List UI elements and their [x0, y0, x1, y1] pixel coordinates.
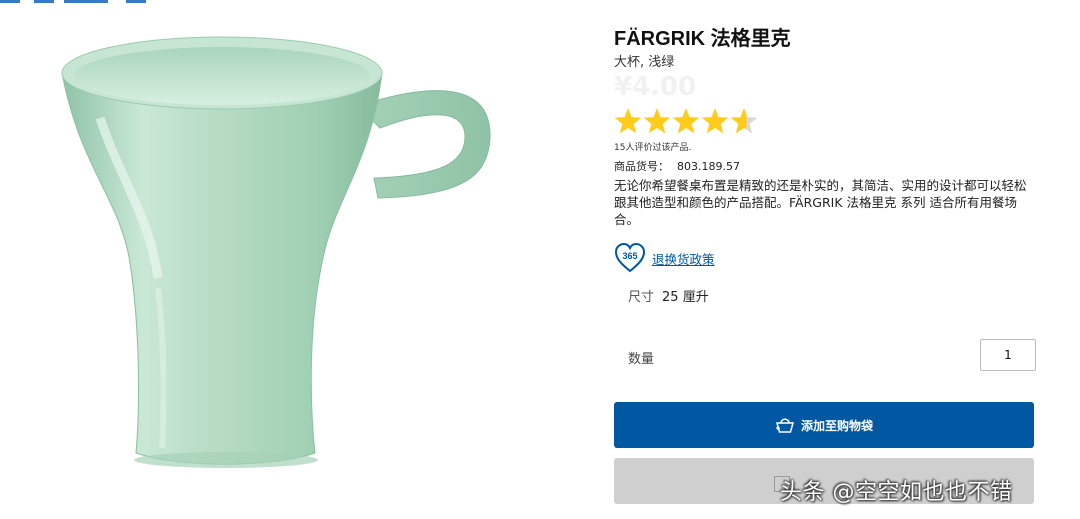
star-icon — [643, 108, 671, 134]
watermark: 头条 @空空如也也不错 — [780, 480, 1013, 505]
product-image — [40, 28, 510, 478]
size-row: 尺寸 25 厘升 — [628, 286, 1036, 305]
article-number: 803.189.57 — [677, 160, 740, 173]
top-tab[interactable] — [64, 0, 108, 3]
mug-image — [61, 36, 491, 468]
add-to-bag-label: 添加至购物袋 — [800, 418, 873, 433]
product-title: FÄRGRIK 法格里克 — [614, 28, 791, 50]
star-icon — [614, 108, 642, 134]
add-to-bag-button[interactable]: 添加至购物袋 — [614, 402, 1034, 448]
quantity-input[interactable]: 1 — [980, 339, 1036, 371]
product-subtitle: 大杯, 浅绿 — [614, 55, 675, 70]
review-count[interactable]: 15人评价过该产品. — [614, 140, 1036, 153]
size-value: 25 厘升 — [662, 290, 709, 305]
shopping-bag-icon — [775, 418, 794, 433]
quantity-row: 数量 1 — [614, 339, 1036, 373]
star-rating-graphic — [614, 108, 758, 134]
article-number-row: 商品货号： 803.189.57 — [614, 158, 1036, 174]
star-icon — [730, 108, 758, 134]
top-tab[interactable] — [34, 0, 54, 3]
top-tab[interactable] — [0, 0, 20, 3]
policy-badge-text: 365 — [622, 251, 637, 261]
article-number-label: 商品货号： — [614, 160, 669, 173]
star-icon — [672, 108, 700, 134]
heart-365-icon: 365 — [614, 242, 646, 273]
product-details: FÄRGRIK 法格里克 大杯, 浅绿 ¥4.00 15人评价过该产品. 商品货… — [614, 26, 1036, 373]
top-tab[interactable] — [126, 0, 146, 3]
size-label: 尺寸 — [628, 290, 655, 305]
product-description: 无论你希望餐桌布置是精致的还是朴实的，其简洁、实用的设计都可以轻松跟其他造型和颜… — [614, 178, 1027, 227]
return-policy-link[interactable]: 退换货政策 — [652, 249, 715, 268]
rating-stars[interactable] — [614, 106, 1036, 138]
top-tabs — [0, 0, 150, 4]
star-icon — [701, 108, 729, 134]
product-price: ¥4.00 — [614, 72, 697, 102]
return-policy[interactable]: 365 退换货政策 — [614, 242, 1036, 274]
quantity-label: 数量 — [628, 352, 655, 367]
